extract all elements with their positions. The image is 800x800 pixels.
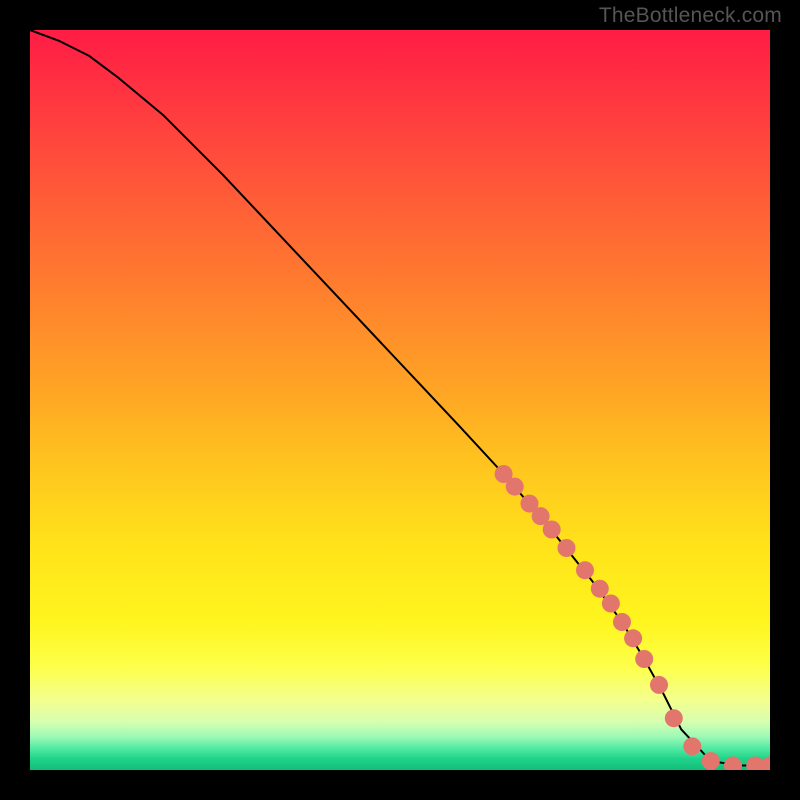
data-marker [613,613,631,631]
data-marker [543,521,561,539]
plot-area [30,30,770,770]
data-marker [576,561,594,579]
data-marker [665,709,683,727]
data-marker [602,595,620,613]
data-marker [558,539,576,557]
chart-svg [30,30,770,770]
data-marker [683,737,701,755]
data-marker [702,752,720,770]
gradient-background [30,30,770,770]
data-marker [650,676,668,694]
data-marker [591,580,609,598]
data-marker [635,650,653,668]
data-marker [624,629,642,647]
watermark-text: TheBottleneck.com [599,4,782,28]
chart-frame: TheBottleneck.com [0,0,800,800]
data-marker [506,478,524,496]
